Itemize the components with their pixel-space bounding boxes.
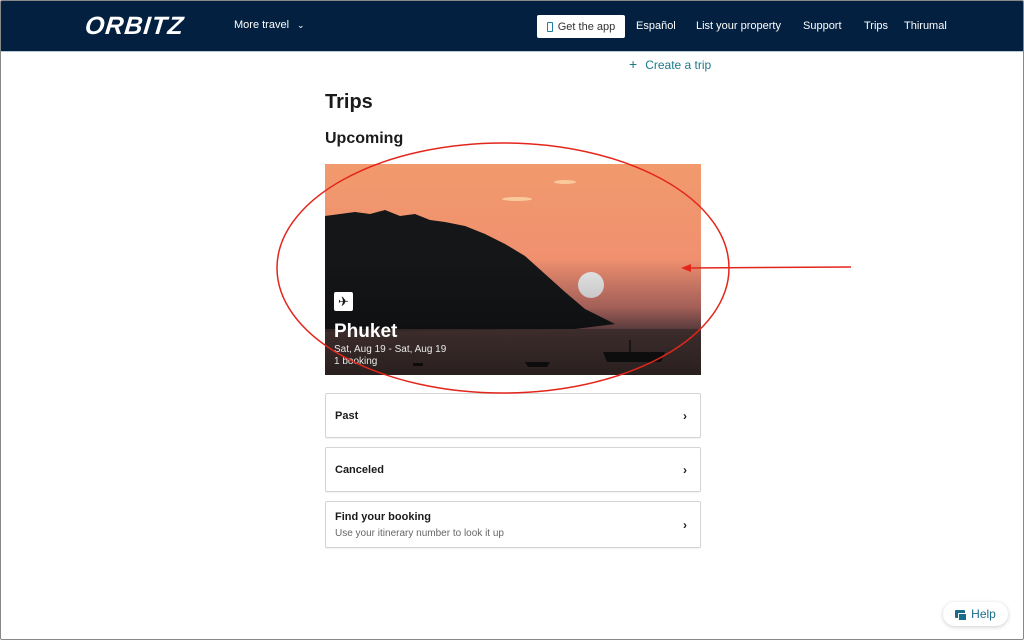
find-booking-item[interactable]: Find your booking Use your itinerary num… bbox=[325, 501, 701, 548]
browser-page: ORBITZ More travel ⌄ Get the app Español… bbox=[0, 0, 1024, 640]
get-the-app-label: Get the app bbox=[557, 20, 616, 33]
canceled-trips-label: Canceled bbox=[335, 464, 384, 476]
list-property-link[interactable]: List your property bbox=[696, 20, 781, 32]
annotation-arrow-line bbox=[686, 266, 852, 269]
canceled-trips-item[interactable]: Canceled › bbox=[325, 447, 701, 492]
upcoming-heading: Upcoming bbox=[325, 130, 404, 147]
help-label: Help bbox=[971, 607, 996, 621]
plus-icon: + bbox=[629, 56, 638, 72]
more-travel-menu[interactable]: More travel ⌄ bbox=[234, 19, 305, 31]
help-button[interactable]: Help bbox=[943, 602, 1008, 626]
chevron-down-icon: ⌄ bbox=[297, 19, 305, 30]
find-booking-label: Find your booking bbox=[335, 511, 431, 523]
account-menu[interactable]: Thirumal bbox=[904, 20, 947, 32]
top-navigation-bar: ORBITZ More travel ⌄ Get the app Español… bbox=[1, 1, 1023, 52]
more-travel-label: More travel bbox=[234, 19, 290, 31]
upcoming-trip-card[interactable]: ✈ Phuket Sat, Aug 19 - Sat, Aug 19 1 boo… bbox=[325, 164, 701, 375]
phone-icon bbox=[546, 21, 553, 32]
support-link[interactable]: Support bbox=[803, 20, 842, 32]
chevron-right-icon: › bbox=[683, 409, 687, 423]
get-the-app-button[interactable]: Get the app bbox=[537, 15, 625, 38]
plane-icon: ✈ bbox=[334, 292, 353, 311]
trips-link[interactable]: Trips bbox=[864, 20, 888, 32]
chat-icon bbox=[955, 610, 968, 621]
trip-booking-count: 1 booking bbox=[334, 356, 378, 367]
chevron-right-icon: › bbox=[683, 463, 687, 477]
past-trips-label: Past bbox=[335, 410, 359, 422]
orbitz-logo[interactable]: ORBITZ bbox=[83, 12, 186, 41]
trip-dates: Sat, Aug 19 - Sat, Aug 19 bbox=[334, 344, 447, 355]
create-trip-label: Create a trip bbox=[645, 58, 712, 72]
past-trips-item[interactable]: Past › bbox=[325, 393, 701, 438]
create-trip-link[interactable]: + Create a trip bbox=[629, 56, 712, 72]
chevron-right-icon: › bbox=[683, 518, 687, 532]
page-title: Trips bbox=[325, 91, 373, 113]
language-link[interactable]: Español bbox=[636, 20, 676, 32]
trip-destination: Phuket bbox=[334, 321, 398, 342]
find-booking-description: Use your itinerary number to look it up bbox=[335, 528, 504, 539]
